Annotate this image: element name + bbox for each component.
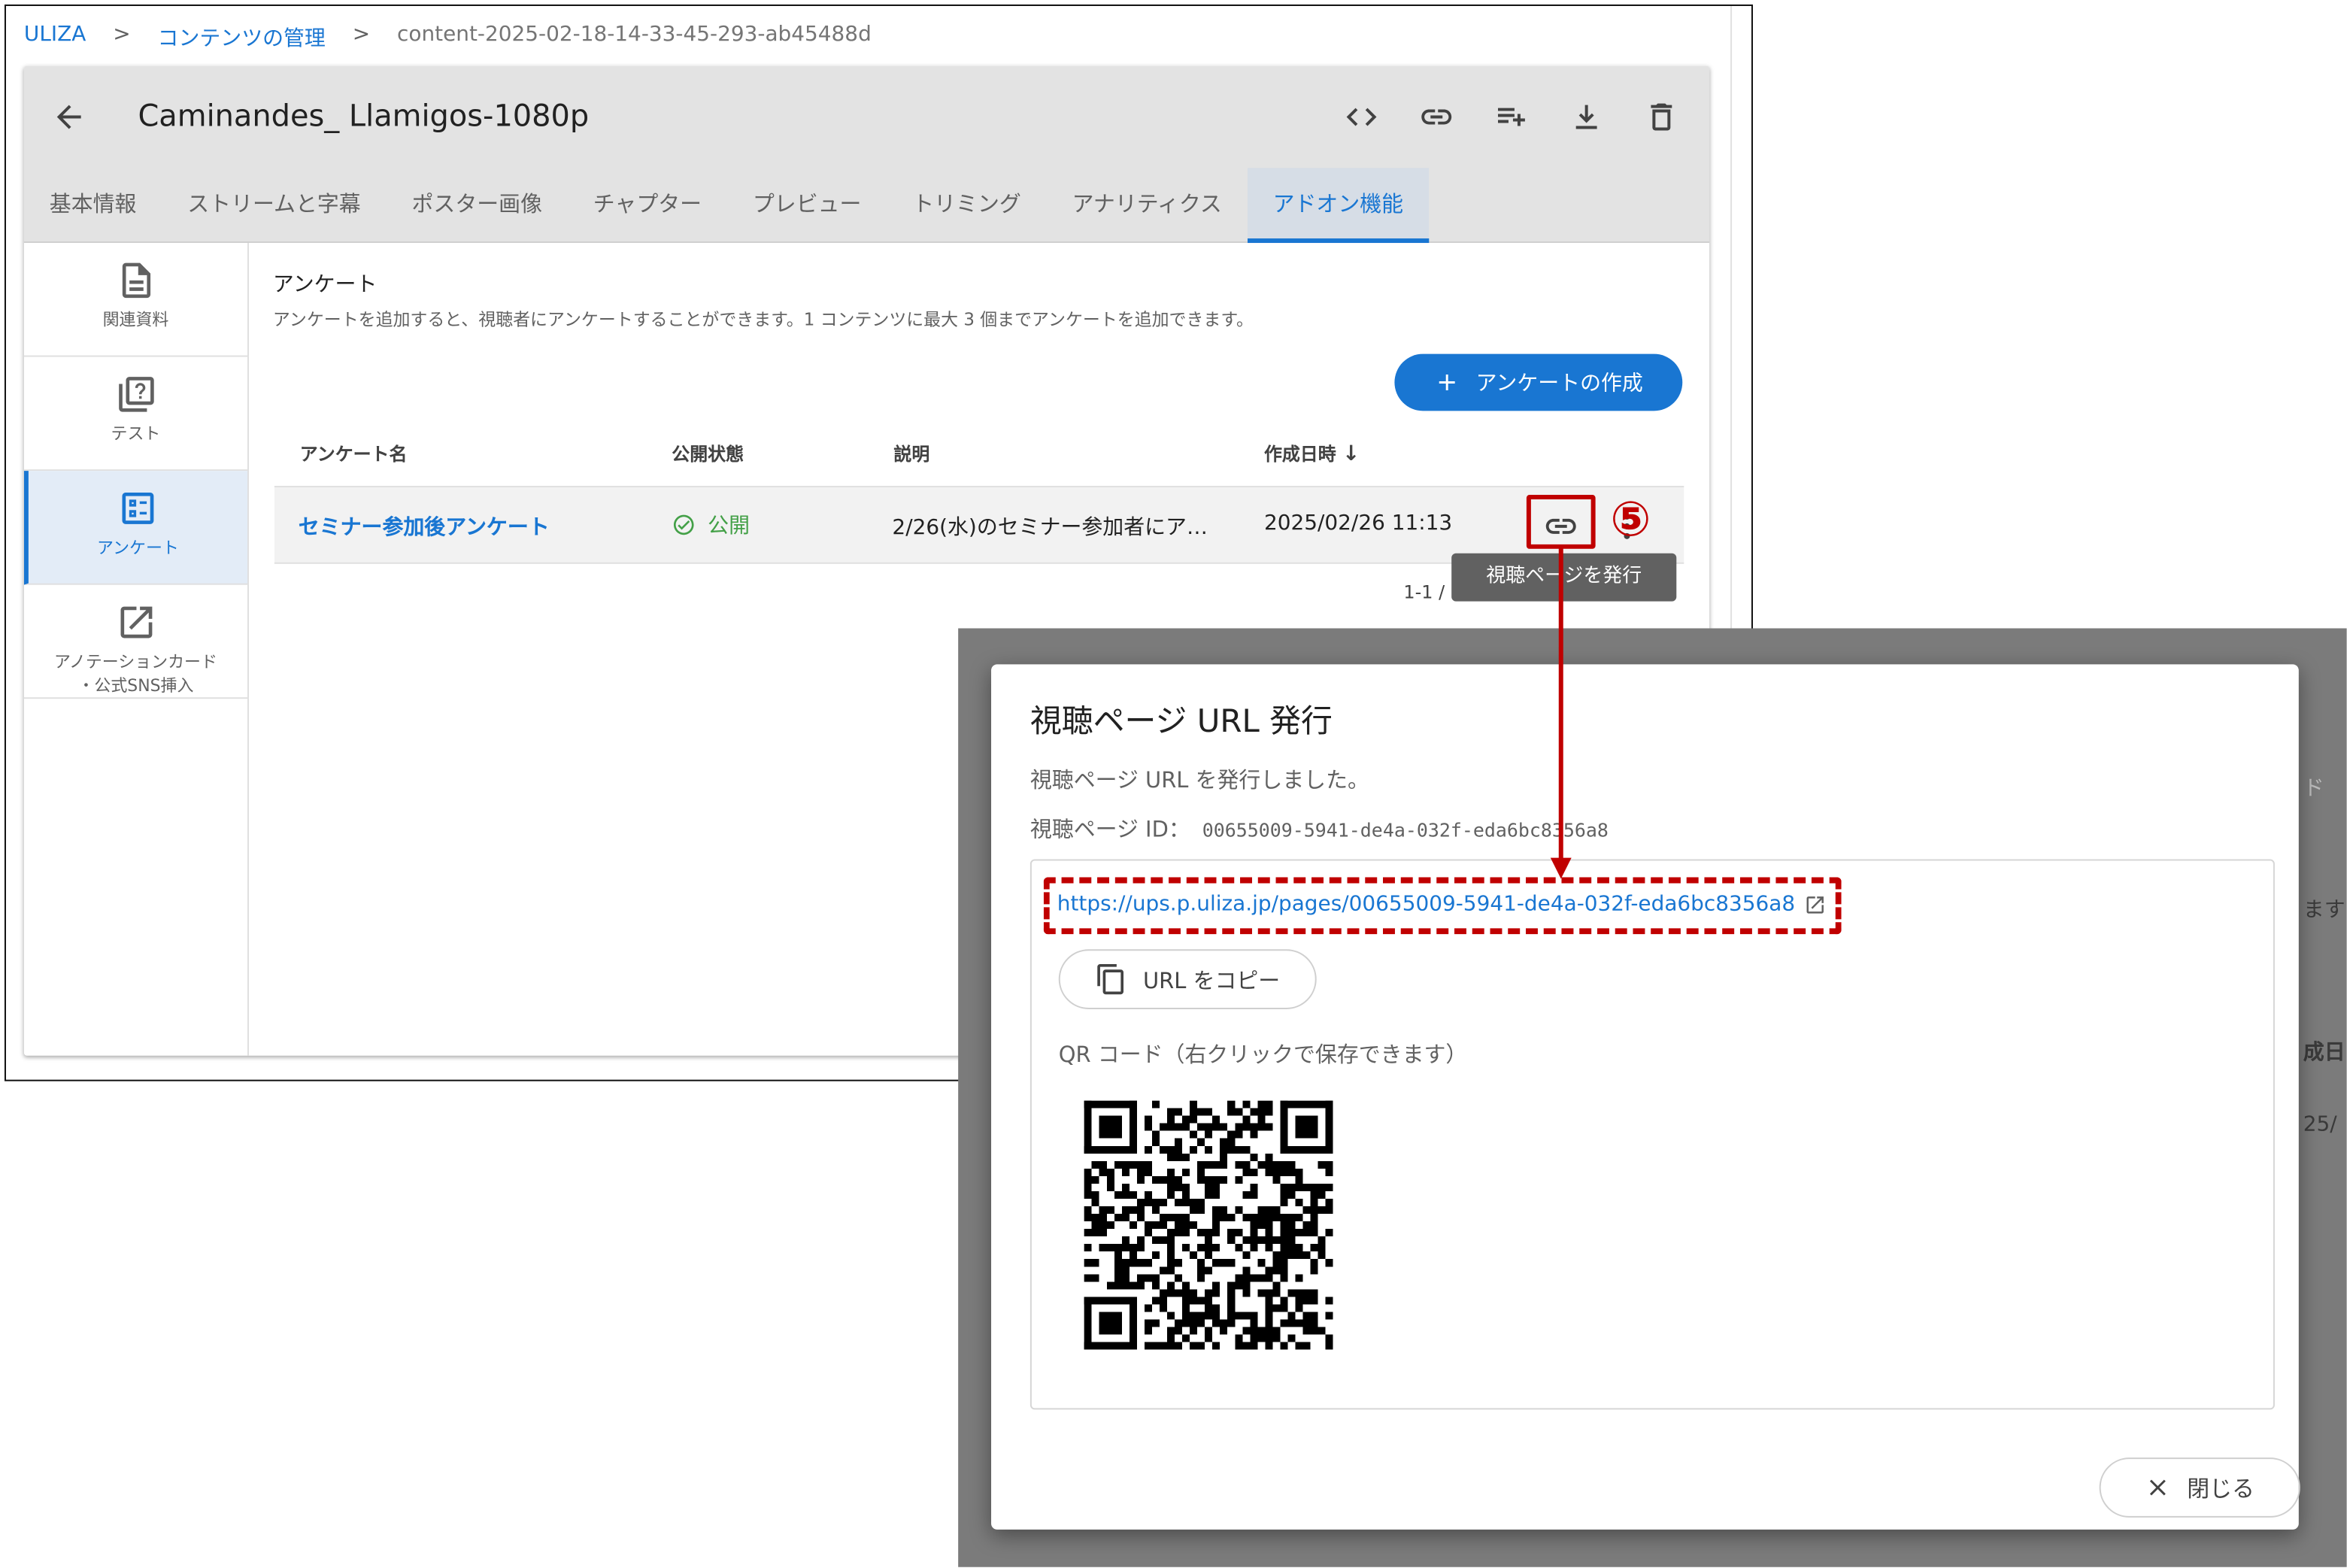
callout-arrow	[1550, 547, 1572, 879]
